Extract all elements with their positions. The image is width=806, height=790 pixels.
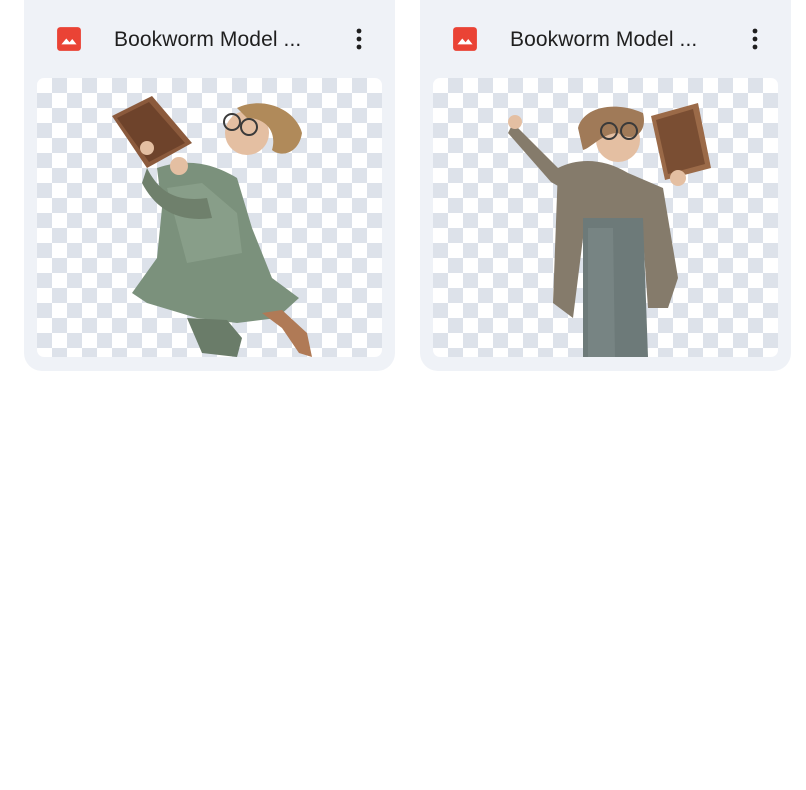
file-card[interactable]: Bookworm Model ... (24, 0, 395, 371)
file-grid: Bookworm Model ... Bookworm Model ... (0, 0, 806, 790)
file-thumbnail[interactable] (37, 78, 382, 357)
image-icon (57, 27, 81, 51)
thumbnail-image (508, 103, 711, 357)
more-actions-button[interactable] (739, 22, 771, 56)
file-card-header: Bookworm Model ... (24, 0, 395, 78)
more-vert-icon (752, 28, 758, 50)
file-title: Bookworm Model ... (114, 28, 302, 51)
image-icon (453, 27, 477, 51)
file-card[interactable]: Bookworm Model ... (420, 0, 791, 371)
file-thumbnail[interactable] (433, 78, 778, 357)
file-card-header: Bookworm Model ... (420, 0, 791, 78)
more-actions-button[interactable] (343, 22, 375, 56)
file-title: Bookworm Model ... (510, 28, 698, 51)
thumbnail-image (112, 96, 312, 357)
more-vert-icon (356, 28, 362, 50)
